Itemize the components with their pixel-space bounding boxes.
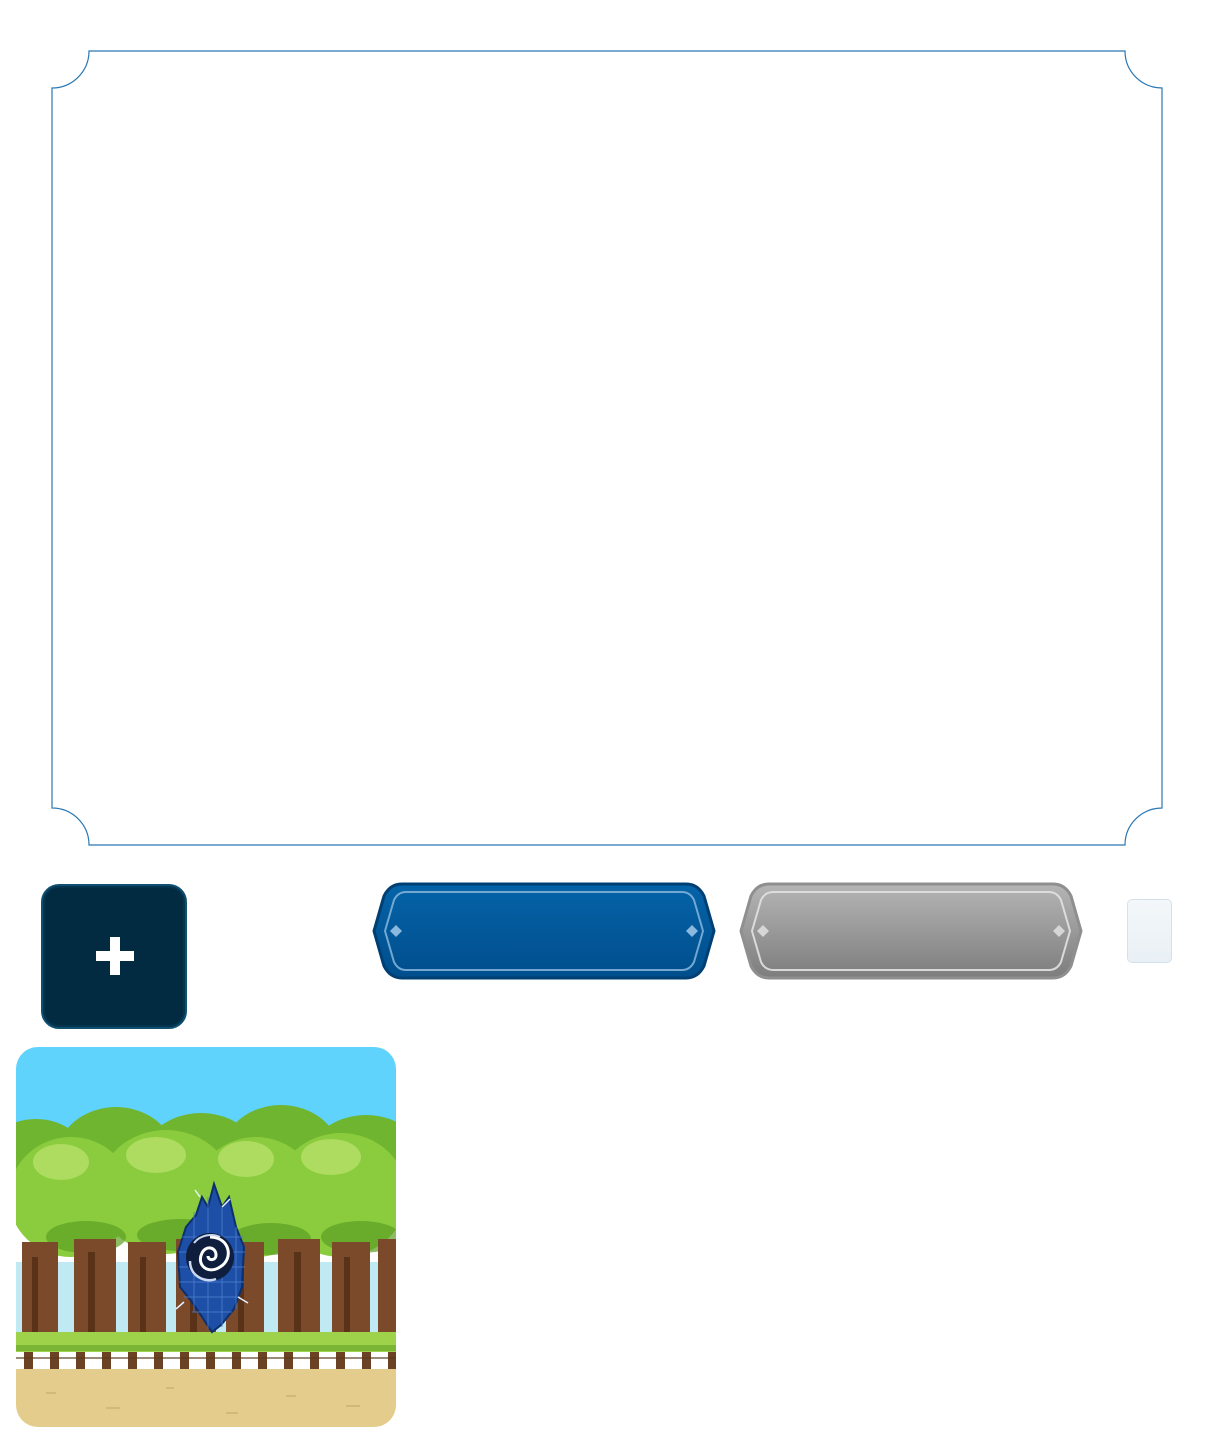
small-tile-button[interactable] (1127, 899, 1172, 963)
primary-button[interactable] (372, 882, 716, 980)
secondary-button-label (739, 882, 1083, 980)
primary-button-label (372, 882, 716, 980)
forest-scene-image (16, 1047, 396, 1427)
secondary-button[interactable] (739, 882, 1083, 980)
frame-panel (51, 50, 1163, 846)
plus-icon (96, 937, 134, 975)
add-button[interactable] (41, 884, 187, 1029)
forest-scene-card[interactable] (16, 1047, 396, 1427)
